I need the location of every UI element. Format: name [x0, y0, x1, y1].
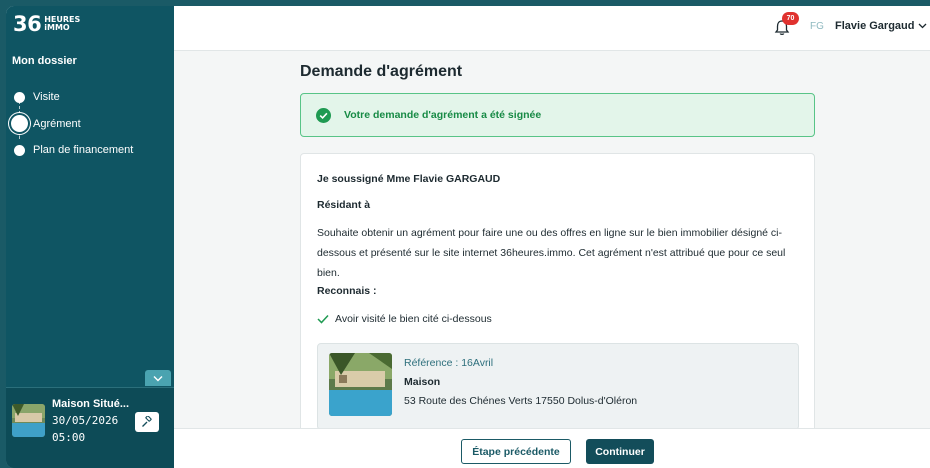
chevron-down-icon: [153, 375, 163, 381]
gavel-icon: [142, 416, 152, 427]
listing-title: Maison Situé...: [52, 398, 130, 410]
listing-time: 05:00: [52, 431, 86, 444]
listing-thumbnail: [12, 404, 45, 437]
logo-line-2: iMMO: [44, 23, 70, 32]
agreement-document: Je soussigné Mme Flavie GARGAUD Résidant…: [300, 153, 815, 428]
acknowledge-heading: Reconnais :: [317, 285, 377, 297]
listing-date: 30/05/2026: [52, 414, 119, 427]
check-circle-icon: [316, 107, 331, 123]
property-card: Référence : 16Avril Maison 53 Route des …: [317, 343, 799, 428]
step-label: Visite: [33, 91, 60, 104]
logo-words: HEURES iMMO: [44, 16, 80, 32]
logo-number: 36: [13, 12, 42, 36]
notification-badge: 70: [782, 12, 799, 25]
success-alert: Votre demande d'agrément a été signée: [300, 93, 815, 137]
main-content: Demande d'agrément Votre demande d'agrém…: [174, 51, 930, 428]
sidebar: 36 HEURES iMMO Mon dossier Visite Agréme…: [6, 6, 174, 468]
signatory-line: Je soussigné Mme Flavie GARGAUD: [317, 173, 501, 185]
residence-line: Résidant à: [317, 199, 371, 211]
step-label: Agrément: [33, 117, 81, 130]
step-list: Visite Agrément Plan de financement: [11, 84, 133, 164]
step-current-dot-icon: [11, 115, 28, 133]
property-address: 53 Route des Chénes Verts 17550 Dolus-d'…: [404, 395, 638, 407]
continue-button[interactable]: Continuer: [586, 439, 654, 464]
top-bar: 70 FG Flavie Gargaud: [174, 6, 930, 51]
listing-card[interactable]: Maison Situé... 30/05/2026 05:00: [6, 387, 174, 468]
property-photo: [329, 353, 392, 416]
chevron-down-icon[interactable]: [918, 21, 927, 30]
step-plan-de-financement[interactable]: Plan de financement: [14, 137, 133, 164]
page-title: Demande d'agrément: [300, 63, 463, 80]
previous-step-button[interactable]: Étape précédente: [461, 439, 571, 464]
acknowledge-item: Avoir visité le bien cité ci-dessous: [317, 313, 492, 325]
user-initials[interactable]: FG: [810, 21, 824, 32]
step-visite[interactable]: Visite: [14, 84, 133, 111]
alert-text: Votre demande d'agrément a été signée: [344, 109, 542, 121]
step-agrement[interactable]: Agrément: [11, 111, 133, 138]
agreement-paragraph: Souhaite obtenir un agrément pour faire …: [317, 227, 786, 279]
acknowledge-item-text: Avoir visité le bien cité ci-dessous: [335, 313, 492, 325]
step-done-dot-icon: [14, 91, 25, 103]
user-name[interactable]: Flavie Gargaud: [835, 20, 914, 32]
check-icon: [317, 314, 329, 324]
auction-button[interactable]: [135, 412, 159, 432]
step-dot-icon: [14, 144, 25, 156]
logo[interactable]: 36 HEURES iMMO: [13, 12, 80, 36]
collapse-listing-button[interactable]: [145, 370, 171, 386]
footer-bar: Étape précédente Continuer: [174, 428, 930, 468]
step-label: Plan de financement: [33, 144, 134, 157]
sidebar-title: Mon dossier: [12, 55, 77, 67]
app-window: 36 HEURES iMMO Mon dossier Visite Agréme…: [6, 6, 930, 468]
property-type: Maison: [404, 376, 441, 388]
property-reference: Référence : 16Avril: [404, 357, 494, 369]
